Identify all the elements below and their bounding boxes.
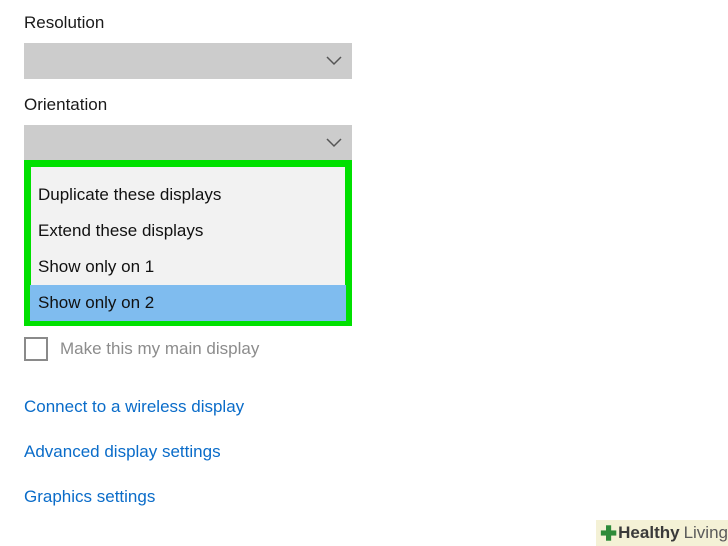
watermark-brand-light: Living [683,523,728,542]
main-display-checkbox[interactable] [24,337,48,361]
main-display-checkbox-label: Make this my main display [60,339,260,358]
multiple-displays-dropdown-list: Duplicate these displays Extend these di… [24,160,352,326]
graphics-settings-link[interactable]: Graphics settings [24,487,155,507]
option-extend-displays[interactable]: Extend these displays [30,213,346,249]
plus-cross-icon [600,525,617,541]
orientation-dropdown[interactable] [24,125,352,161]
option-show-only-1[interactable]: Show only on 1 [30,249,346,285]
chevron-down-icon [326,138,342,148]
option-show-only-2[interactable]: Show only on 2 [30,285,346,321]
dropdown-options: Duplicate these displays Extend these di… [30,167,346,321]
healthy-living-watermark: Healthy Living [596,520,728,546]
resolution-label: Resolution [24,13,105,32]
orientation-label: Orientation [24,95,108,114]
connect-wireless-display-link[interactable]: Connect to a wireless display [24,397,244,417]
chevron-down-icon [326,56,342,66]
main-display-checkbox-row: Make this my main display [24,337,259,361]
option-duplicate-displays[interactable]: Duplicate these displays [30,177,346,213]
resolution-dropdown[interactable] [24,43,352,79]
advanced-display-settings-link[interactable]: Advanced display settings [24,442,221,462]
watermark-brand-bold: Healthy [618,523,680,542]
